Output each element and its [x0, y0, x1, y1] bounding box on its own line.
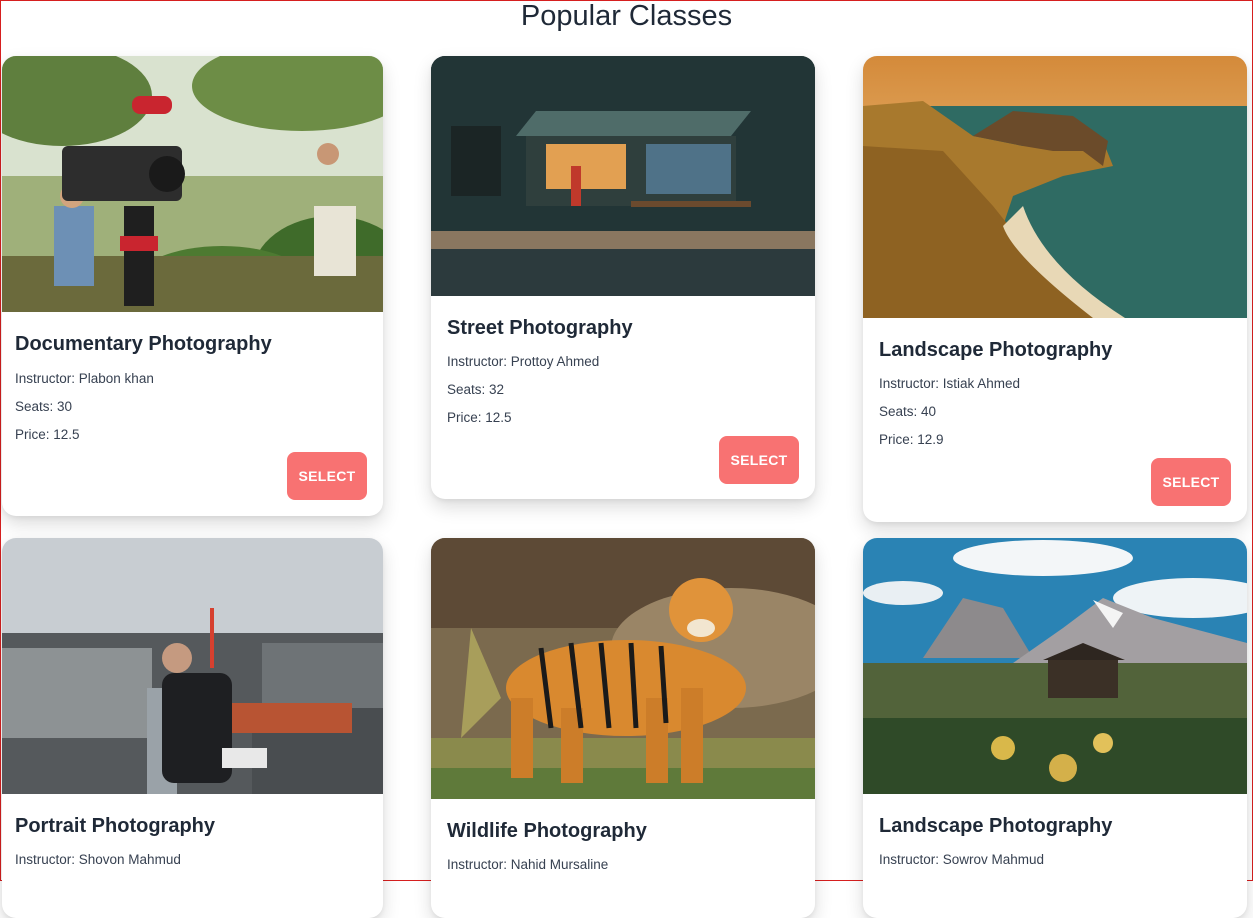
class-card-street: Street Photography Instructor: Prottoy A…: [431, 56, 815, 499]
select-button[interactable]: SELECT: [287, 452, 367, 500]
instructor-text: Instructor: Nahid Mursaline: [447, 857, 609, 872]
class-image-street: [431, 56, 815, 296]
price-text: Price: 12.5: [15, 427, 80, 442]
seats-text: Seats: 30: [15, 399, 73, 414]
price-text: Price: 12.5: [447, 410, 512, 425]
class-image-documentary: [2, 56, 383, 312]
class-image-portrait: [2, 538, 383, 794]
class-image-mountains: [863, 538, 1247, 794]
class-title: Wildlife Photography: [447, 820, 647, 842]
class-title: Documentary Photography: [15, 333, 272, 355]
seats-text: Seats: 32: [447, 382, 505, 397]
class-title: Street Photography: [447, 317, 633, 339]
instructor-text: Instructor: Istiak Ahmed: [879, 376, 1021, 391]
instructor-text: Instructor: Plabon khan: [15, 371, 154, 386]
select-button[interactable]: SELECT: [1151, 458, 1231, 506]
class-card-portrait: Portrait Photography Instructor: Shovon …: [2, 538, 383, 918]
class-image-landscape: [863, 56, 1247, 318]
class-title: Portrait Photography: [15, 815, 216, 837]
instructor-text: Instructor: Prottoy Ahmed: [447, 354, 600, 369]
price-text: Price: 12.9: [879, 432, 944, 447]
instructor-text: Instructor: Shovon Mahmud: [15, 852, 181, 867]
seats-text: Seats: 40: [879, 404, 937, 419]
class-card-landscape: Landscape Photography Instructor: Istiak…: [863, 56, 1247, 522]
class-image-wildlife: [431, 538, 815, 799]
class-title: Landscape Photography: [879, 339, 1113, 361]
select-button[interactable]: SELECT: [719, 436, 799, 484]
class-title: Landscape Photography: [879, 815, 1113, 837]
instructor-text: Instructor: Sowrov Mahmud: [879, 852, 1045, 867]
class-card-documentary: Documentary Photography Instructor: Plab…: [2, 56, 383, 516]
class-card-landscape-2: Landscape Photography Instructor: Sowrov…: [863, 538, 1247, 918]
page-title: Popular Classes: [520, 0, 733, 32]
class-card-wildlife: Wildlife Photography Instructor: Nahid M…: [431, 538, 815, 918]
